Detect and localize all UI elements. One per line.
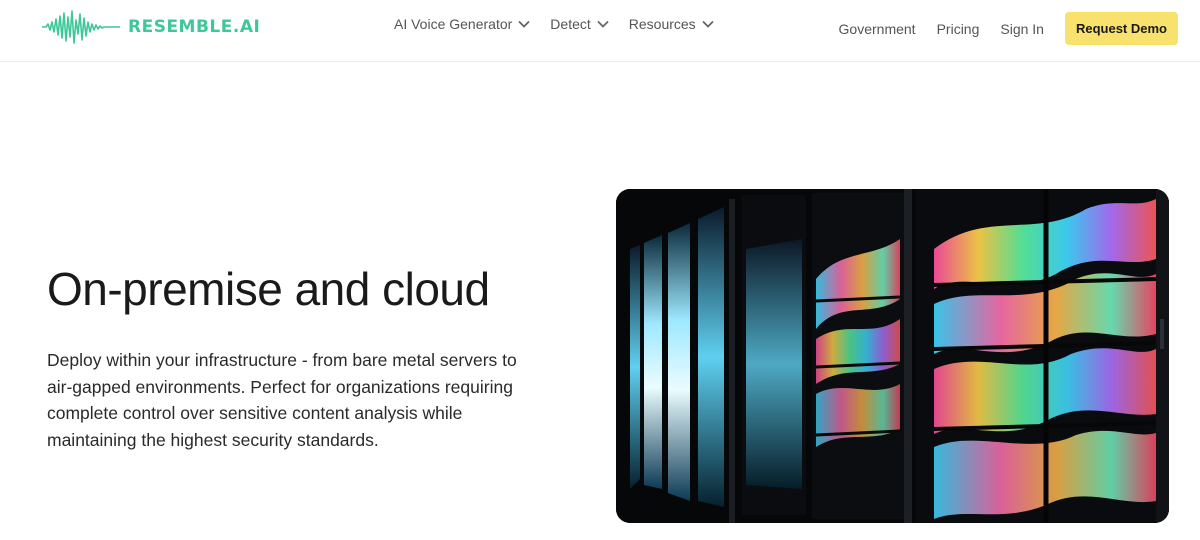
site-header: RESEMBLE.AI AI Voice Generator Detect Re…: [0, 0, 1200, 62]
waveform-logo-icon: [42, 10, 120, 44]
nav-menu-detect[interactable]: Detect: [550, 16, 609, 32]
nav-menu-resources[interactable]: Resources: [629, 16, 714, 32]
server-room-image: [616, 189, 1169, 523]
hero-title: On-premise and cloud: [47, 263, 490, 315]
nav-link-sign-in[interactable]: Sign In: [1000, 21, 1044, 37]
server-racks-illustration: [616, 189, 1169, 523]
hero-description: Deploy within your infrastructure - from…: [47, 350, 517, 450]
nav-menu-ai-voice-generator[interactable]: AI Voice Generator: [394, 16, 530, 32]
nav-menu-label: AI Voice Generator: [394, 16, 513, 32]
nav-link-pricing[interactable]: Pricing: [937, 21, 980, 37]
nav-link-government[interactable]: Government: [839, 21, 916, 37]
nav-menu-label: Detect: [550, 16, 591, 32]
chevron-down-icon: [518, 20, 530, 28]
brand-logo[interactable]: RESEMBLE.AI: [42, 8, 260, 46]
brand-name: RESEMBLE.AI: [128, 17, 261, 37]
nav-menu-label: Resources: [628, 16, 696, 32]
chevron-down-icon: [597, 20, 609, 28]
main-nav: AI Voice Generator Detect Resources: [394, 14, 714, 34]
chevron-down-icon: [702, 20, 714, 28]
secondary-nav: Government Pricing Sign In Request Demo: [839, 12, 1178, 45]
request-demo-button[interactable]: Request Demo: [1064, 12, 1178, 45]
